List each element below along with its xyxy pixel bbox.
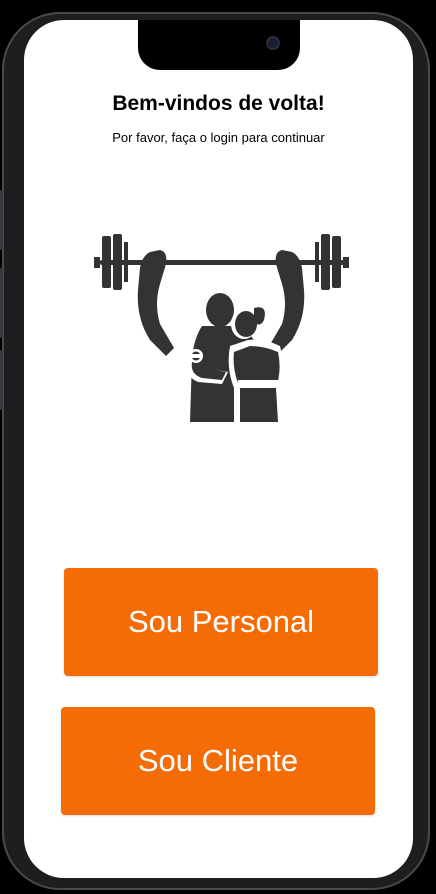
client-button[interactable]: Sou Cliente bbox=[61, 707, 375, 815]
side-button bbox=[0, 350, 3, 410]
page-subtitle: Por favor, faça o login para continuar bbox=[112, 130, 325, 145]
side-button bbox=[0, 268, 3, 338]
notch bbox=[138, 20, 300, 70]
personal-trainer-button[interactable]: Sou Personal bbox=[64, 568, 378, 676]
page-title: Bem-vindos de volta! bbox=[112, 92, 325, 115]
camera-icon bbox=[266, 36, 280, 50]
app-screen: Bem-vindos de volta! Por favor, faça o l… bbox=[24, 20, 413, 878]
fitness-couple-barbell-icon bbox=[94, 234, 349, 422]
side-button bbox=[0, 190, 3, 250]
